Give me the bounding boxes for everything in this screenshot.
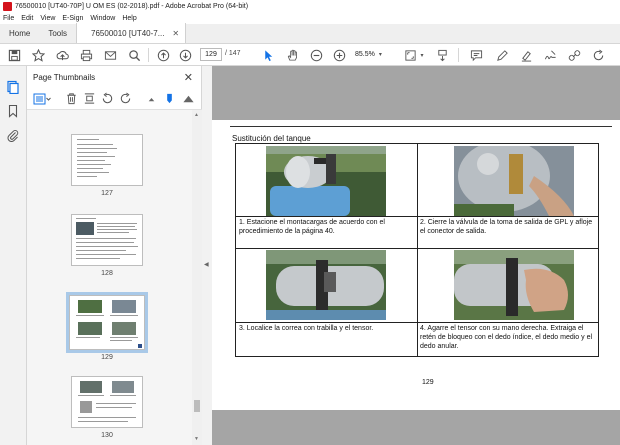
comment-icon[interactable] bbox=[468, 47, 484, 63]
page-gap-top bbox=[212, 66, 620, 120]
thumbnail-size-slider-handle[interactable] bbox=[163, 92, 176, 105]
thumbnail-label-127: 127 bbox=[101, 190, 113, 197]
rotate-icon[interactable] bbox=[590, 47, 606, 63]
thumbnail-size-large-icon[interactable] bbox=[182, 92, 195, 105]
menu-help[interactable]: Help bbox=[122, 15, 136, 22]
steps-table: 1. Estacione el montacargas de acuerdo c… bbox=[235, 143, 599, 357]
zoom-out-icon[interactable] bbox=[308, 47, 324, 63]
delete-page-icon[interactable] bbox=[65, 92, 78, 105]
save-icon[interactable] bbox=[6, 47, 22, 63]
page-thumbnails-panel: Page Thumbnails ✕ 127 128 129 130 ▲ ▼ bbox=[27, 66, 202, 445]
page-thumbnails-icon[interactable] bbox=[6, 80, 20, 94]
document-page: Sustitución del tanque 1. Estacione el m… bbox=[212, 120, 620, 410]
step-4-caption: 4. Agarre el tensor con su mano derecha.… bbox=[420, 325, 593, 350]
step-1-caption: 1. Estacione el montacargas de acuerdo c… bbox=[239, 219, 385, 235]
fit-page-icon[interactable] bbox=[402, 47, 418, 63]
step-4-photo bbox=[454, 250, 574, 320]
thumbnail-scrollbar[interactable]: ▲ ▼ bbox=[192, 110, 202, 445]
select-cursor-icon[interactable] bbox=[260, 47, 276, 63]
window-title: 76500010 [UT40-70P] U OM ES (02-2018).pd… bbox=[15, 2, 249, 10]
next-page-icon[interactable] bbox=[177, 47, 193, 63]
thumbnail-page-127[interactable] bbox=[71, 134, 143, 186]
hand-tool-icon[interactable] bbox=[284, 47, 300, 63]
tab-document-label: 76500010 [UT40-7... bbox=[91, 28, 165, 38]
print-icon[interactable] bbox=[78, 47, 94, 63]
step-2-photo bbox=[454, 146, 574, 216]
step-2-caption: 2. Cierre la válvula de la toma de salid… bbox=[420, 219, 593, 235]
close-panel-icon[interactable]: ✕ bbox=[184, 71, 193, 84]
acrobat-app-icon bbox=[3, 1, 12, 11]
page-total: / 147 bbox=[225, 50, 241, 57]
panel-title: Page Thumbnails bbox=[33, 72, 96, 82]
rotate-counterclockwise-icon[interactable] bbox=[101, 92, 114, 105]
menu-esign[interactable]: E-Sign bbox=[62, 15, 83, 22]
thumbnail-options-menu-icon[interactable] bbox=[33, 92, 51, 105]
rotate-clockwise-icon[interactable] bbox=[119, 92, 132, 105]
thumbnail-label-128: 128 bbox=[101, 270, 113, 277]
scroll-down-arrow-icon[interactable]: ▼ bbox=[194, 436, 199, 442]
scroll-mode-icon[interactable] bbox=[434, 47, 450, 63]
sign-icon[interactable] bbox=[542, 47, 558, 63]
menu-view[interactable]: View bbox=[40, 15, 55, 22]
bookmarks-icon[interactable] bbox=[6, 104, 20, 118]
cloud-upload-icon[interactable] bbox=[54, 47, 70, 63]
insert-page-icon[interactable] bbox=[83, 92, 96, 105]
page-number-input[interactable]: 129 bbox=[200, 48, 222, 61]
email-icon[interactable] bbox=[102, 47, 118, 63]
search-icon[interactable] bbox=[126, 47, 142, 63]
tab-home[interactable]: Home bbox=[0, 23, 39, 43]
chevron-down-icon: ▾ bbox=[378, 52, 382, 58]
attachments-paperclip-icon[interactable] bbox=[6, 128, 20, 142]
panel-collapse-handle[interactable]: ◀ bbox=[202, 66, 212, 445]
step-3-caption: 3. Localice la correa con trabilla y el … bbox=[239, 325, 374, 332]
pen-annotate-icon[interactable] bbox=[494, 47, 510, 63]
thumbnail-label-130: 130 bbox=[101, 432, 113, 439]
thumbnail-page-128[interactable] bbox=[71, 214, 143, 266]
zoom-in-icon[interactable] bbox=[331, 47, 347, 63]
zoom-level-select[interactable]: 85.5% ▾ bbox=[355, 48, 385, 61]
thumbnail-size-small-icon[interactable] bbox=[145, 92, 158, 105]
tab-bar: Home Tools 76500010 [UT40-7... ✕ bbox=[0, 23, 620, 44]
thumbnail-page-129[interactable] bbox=[66, 292, 148, 353]
page-gap-bottom bbox=[212, 410, 620, 445]
bookmark-star-icon[interactable] bbox=[30, 47, 46, 63]
fit-options-chevron-icon[interactable]: ▾ bbox=[418, 47, 426, 63]
left-nav-rail bbox=[0, 66, 27, 445]
zoom-level-value: 85.5% bbox=[355, 51, 375, 58]
section-title: Sustitución del tanque bbox=[232, 134, 311, 143]
step-3-photo bbox=[266, 250, 386, 320]
previous-page-icon[interactable] bbox=[155, 47, 171, 63]
tab-document[interactable]: 76500010 [UT40-7... ✕ bbox=[76, 23, 187, 43]
thumbnail-page-130[interactable] bbox=[71, 376, 143, 428]
scroll-up-arrow-icon[interactable]: ▲ bbox=[194, 112, 199, 118]
share-link-icon[interactable] bbox=[566, 47, 582, 63]
thumbnail-list: 127 128 129 130 bbox=[27, 110, 192, 445]
menu-window[interactable]: Window bbox=[90, 15, 115, 22]
scrollbar-thumb[interactable] bbox=[194, 400, 200, 412]
collapse-left-arrow-icon[interactable]: ◀ bbox=[204, 261, 209, 268]
page-number-footer: 129 bbox=[422, 379, 434, 386]
menu-file[interactable]: File bbox=[3, 15, 14, 22]
thumbnail-toolbar bbox=[27, 88, 202, 110]
close-tab-icon[interactable]: ✕ bbox=[172, 29, 179, 38]
thumbnail-label-129: 129 bbox=[101, 354, 113, 361]
header-rule bbox=[230, 126, 612, 127]
step-1-photo bbox=[266, 146, 386, 216]
panel-header: Page Thumbnails bbox=[27, 66, 202, 88]
title-bar: 76500010 [UT40-70P] U OM ES (02-2018).pd… bbox=[0, 0, 620, 12]
highlight-icon[interactable] bbox=[518, 47, 534, 63]
menu-edit[interactable]: Edit bbox=[21, 15, 33, 22]
main-toolbar: 129 / 147 85.5% ▾ ▾ bbox=[0, 44, 620, 66]
tab-tools[interactable]: Tools bbox=[39, 23, 76, 43]
document-view: Sustitución del tanque 1. Estacione el m… bbox=[212, 66, 620, 445]
